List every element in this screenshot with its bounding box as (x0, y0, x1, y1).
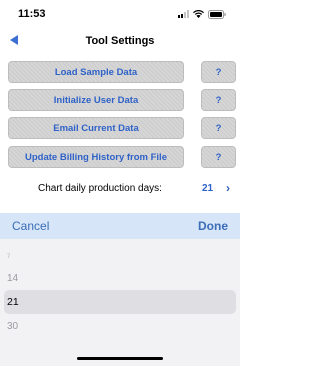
load-sample-data-help-button[interactable]: ? (201, 61, 236, 83)
status-time: 11:53 (18, 8, 46, 20)
days-picker-wheel[interactable]: 7 14 21 30 (0, 239, 240, 366)
picker-toolbar: Cancel Done (0, 213, 240, 239)
cellular-signal-icon (178, 10, 189, 18)
action-row-load-sample: Load Sample Data ? (8, 61, 236, 83)
action-row-billing: Update Billing History from File ? (8, 146, 236, 168)
action-row-initialize: Initialize User Data ? (8, 89, 236, 111)
cancel-button[interactable]: Cancel (12, 219, 49, 233)
picker-option-selected[interactable]: 21 (7, 296, 19, 308)
page-title: Tool Settings (85, 35, 155, 47)
initialize-user-data-help-button[interactable]: ? (201, 89, 236, 111)
action-row-email: Email Current Data ? (8, 117, 236, 139)
production-days-label: Chart daily production days: (38, 182, 162, 194)
done-button[interactable]: Done (198, 219, 228, 233)
status-icons (178, 9, 226, 19)
picker-option[interactable]: 7 (7, 254, 10, 260)
navigation-bar: Tool Settings (0, 28, 240, 54)
initialize-user-data-button[interactable]: Initialize User Data (8, 89, 184, 111)
chevron-right-icon[interactable]: › (226, 181, 230, 195)
email-current-data-button[interactable]: Email Current Data (8, 117, 184, 139)
update-billing-history-button[interactable]: Update Billing History from File (8, 146, 184, 168)
production-days-row[interactable]: Chart daily production days: 21 › (0, 180, 240, 196)
picker-option[interactable]: 14 (7, 273, 18, 284)
production-days-value: 21 (202, 182, 214, 194)
battery-icon (208, 9, 226, 19)
home-indicator[interactable] (77, 357, 163, 360)
load-sample-data-button[interactable]: Load Sample Data (8, 61, 184, 83)
status-bar: 11:53 (0, 0, 240, 28)
wifi-icon (193, 10, 204, 18)
picker-option[interactable]: 30 (7, 321, 18, 332)
picker-selection-highlight (4, 290, 236, 314)
email-current-data-help-button[interactable]: ? (201, 117, 236, 139)
back-arrow-icon[interactable] (10, 35, 18, 45)
update-billing-history-help-button[interactable]: ? (201, 146, 236, 168)
